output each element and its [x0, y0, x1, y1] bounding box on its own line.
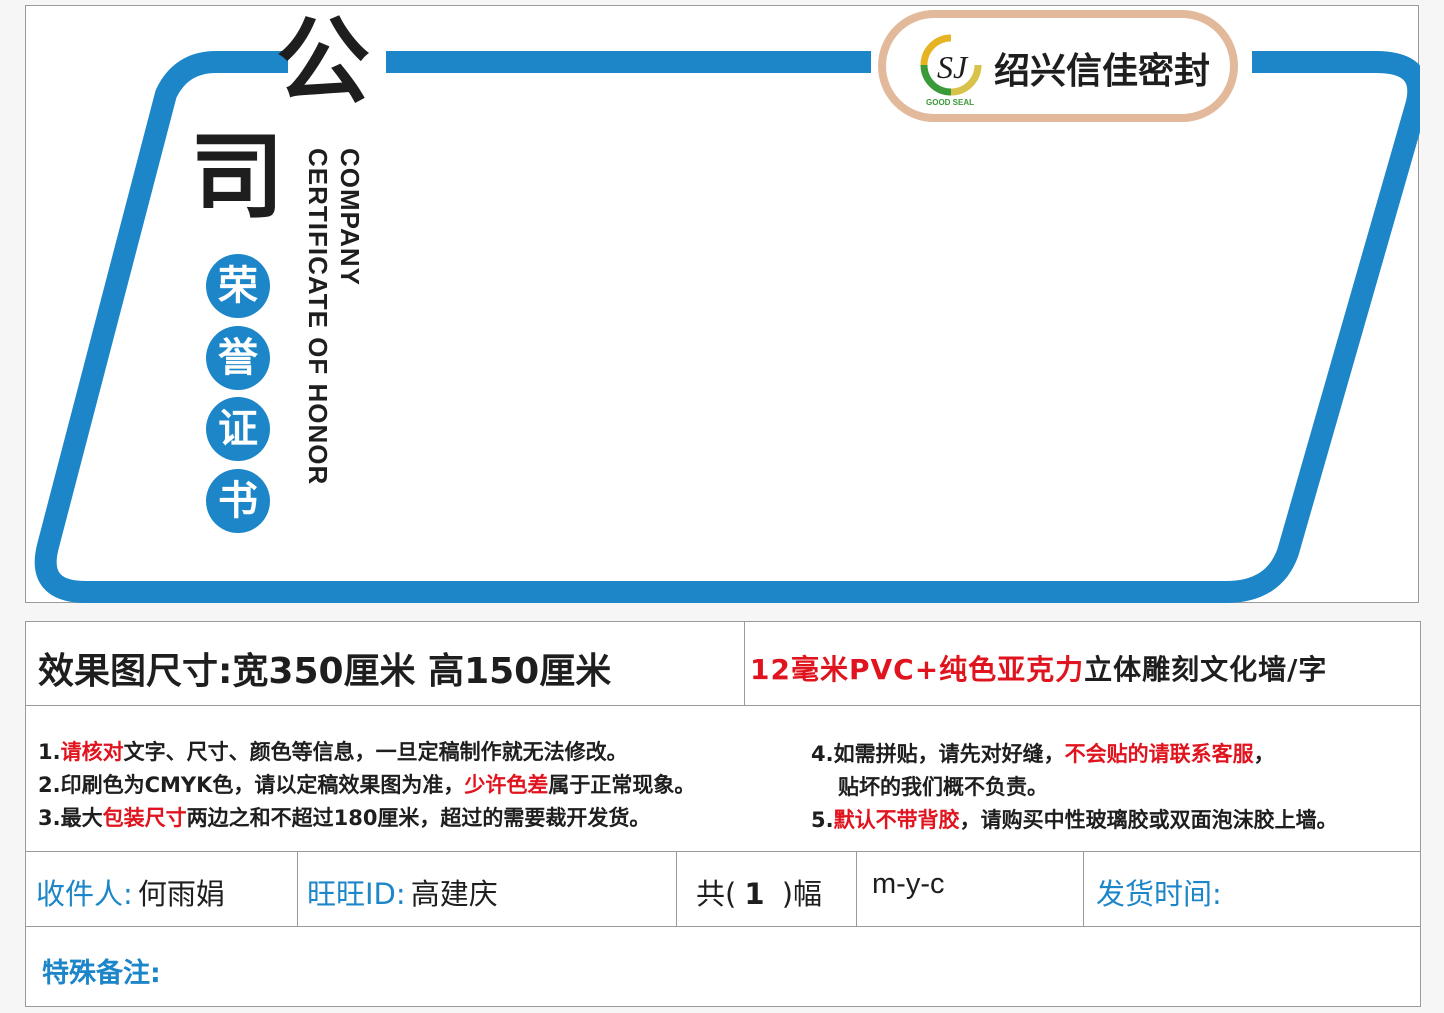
- circle-char-yu: 誉: [206, 326, 270, 390]
- note-text: 文字、尺寸、颜色等信息，一旦定稿制作就无法修改。: [123, 740, 628, 764]
- title-char-si: 司: [190, 123, 285, 232]
- note-highlight: 请核对: [60, 740, 124, 764]
- english-company-text: COMPANY: [335, 148, 365, 286]
- col-divider: [744, 622, 745, 705]
- col-divider: [676, 851, 677, 927]
- note-highlight: 包装尺寸: [102, 806, 187, 830]
- circle-char-zheng: 证: [206, 397, 270, 461]
- row-divider: [26, 705, 1420, 706]
- note-text: 2.印刷色为CMYK色，请以定稿效果图为准，: [38, 773, 465, 797]
- count-prefix: 共(: [696, 877, 737, 911]
- col-divider: [1083, 851, 1084, 927]
- color-code-value[interactable]: m-y-c: [872, 868, 944, 900]
- note-4: 4.如需拼贴，请先对好缝，不会贴的请联系客服，: [811, 738, 1275, 768]
- col-divider: [856, 851, 857, 927]
- note-5: 5.默认不带背胶，请购买中性玻璃胶或双面泡沫胶上墙。: [811, 804, 1338, 834]
- count-cell: 共(1 )幅: [696, 871, 822, 913]
- note-2: 2.印刷色为CMYK色，请以定稿效果图为准，少许色差属于正常现象。: [38, 769, 695, 799]
- ship-time-cell: 发货时间:: [1096, 871, 1222, 913]
- recipient-cell: 收件人: 何雨娟: [36, 871, 225, 913]
- count-value[interactable]: 1: [736, 877, 772, 911]
- material-spec-highlight: 12毫米PVC+纯色亚克力: [750, 653, 1085, 686]
- english-certificate-text: CERTIFICATE OF HONOR: [303, 148, 333, 486]
- design-preview: 公 司 荣 誉 证 书 COMPANY CERTIFICATE OF HONOR…: [25, 5, 1420, 603]
- note-text: 4.如需拼贴，请先对好缝，: [811, 742, 1065, 766]
- note-text: ，: [1253, 742, 1275, 766]
- note-highlight: 默认不带背胶: [833, 808, 960, 832]
- size-spec: 效果图尺寸:宽350厘米 高150厘米: [38, 651, 612, 692]
- note-text: 属于正常现象。: [548, 773, 696, 797]
- remarks-value[interactable]: [176, 942, 1396, 992]
- note-text: ，请购买中性玻璃胶或双面泡沫胶上墙。: [959, 808, 1338, 832]
- note-3: 3.最大包装尺寸两边之和不超过180厘米，超过的需要裁开发货。: [38, 802, 650, 832]
- remarks-label: 特殊备注:: [42, 958, 161, 989]
- color-code-cell: m-y-c: [872, 868, 944, 901]
- wangwang-cell: 旺旺ID: 高建庆: [307, 871, 498, 913]
- ship-time-label: 发货时间:: [1096, 877, 1222, 911]
- row-divider: [26, 851, 1420, 852]
- note-highlight: 不会贴的请联系客服: [1064, 742, 1254, 766]
- logo-tagline: GOOD SEAL: [926, 98, 975, 107]
- note-text: 5.: [811, 808, 834, 832]
- note-4-continued: 贴坏的我们概不负责。: [838, 775, 1048, 799]
- note-highlight: 少许色差: [464, 773, 549, 797]
- col-divider: [297, 851, 298, 927]
- note-text: 两边之和不超过180厘米，超过的需要裁开发货。: [186, 806, 651, 830]
- order-info-table: 效果图尺寸:宽350厘米 高150厘米 12毫米PVC+纯色亚克力立体雕刻文化墙…: [25, 621, 1421, 1007]
- circle-char-rong: 荣: [206, 254, 270, 318]
- wangwang-value[interactable]: 高建庆: [411, 877, 498, 911]
- logo-badge: SJ GOOD SEAL 绍兴信佳密封: [878, 10, 1238, 122]
- note-text: 3.最大: [38, 806, 103, 830]
- note-text: 1.: [38, 740, 61, 764]
- row-divider: [26, 926, 1420, 927]
- material-spec-rest: 立体雕刻文化墙/字: [1084, 653, 1328, 686]
- circle-char-shu: 书: [206, 469, 270, 533]
- title-char-gong: 公: [276, 8, 371, 117]
- note-1: 1.请核对文字、尺寸、颜色等信息，一旦定稿制作就无法修改。: [38, 736, 628, 766]
- recipient-label: 收件人:: [36, 877, 133, 911]
- logo-brand-name: 绍兴信佳密封: [994, 51, 1211, 92]
- sj-logo-icon: SJ: [920, 34, 982, 96]
- recipient-value[interactable]: 何雨娟: [138, 877, 225, 911]
- sj-letters: SJ: [937, 49, 969, 85]
- count-suffix: )幅: [772, 877, 823, 911]
- wangwang-label: 旺旺ID:: [307, 877, 406, 911]
- material-spec: 12毫米PVC+纯色亚克力立体雕刻文化墙/字: [750, 648, 1327, 688]
